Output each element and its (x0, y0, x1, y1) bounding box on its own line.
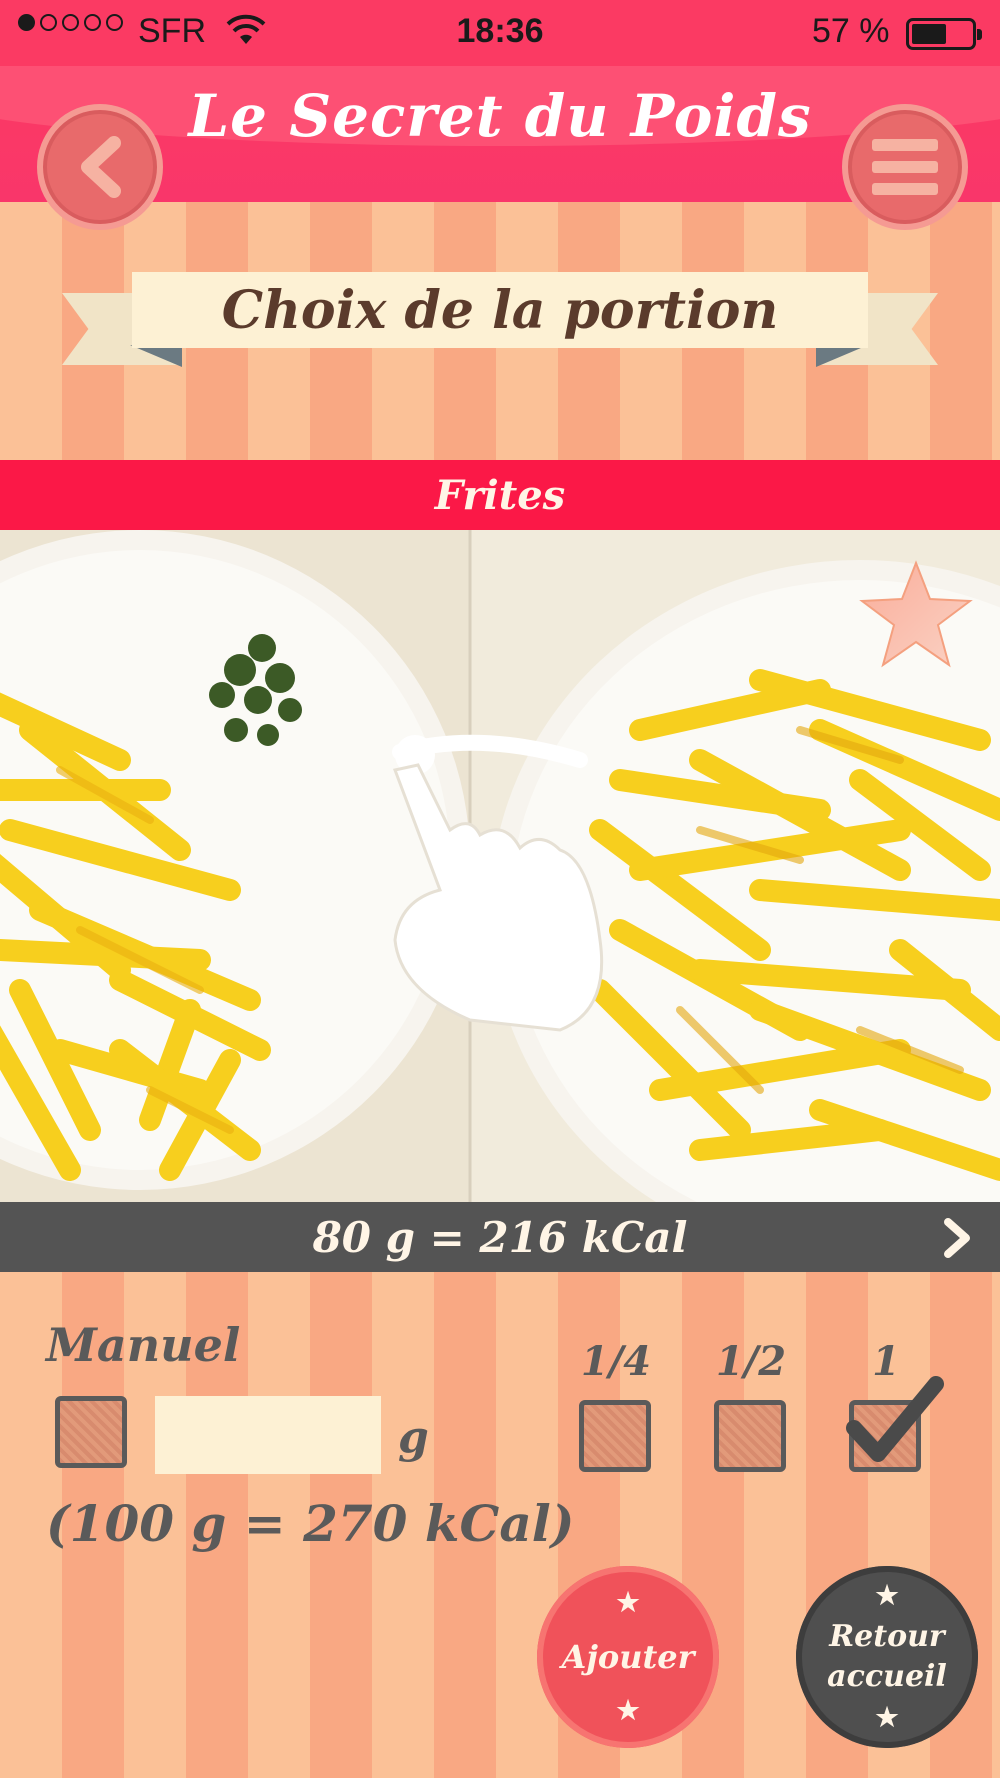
battery-icon (906, 18, 982, 50)
home-button[interactable]: ★ Retour accueil ★ (796, 1566, 978, 1748)
add-button-label: Ajouter (561, 1638, 695, 1676)
home-button-label-line1: Retour (829, 1619, 945, 1654)
add-button[interactable]: ★ Ajouter ★ (537, 1566, 719, 1748)
manual-checkbox[interactable] (55, 1396, 127, 1468)
star-icon: ★ (875, 1581, 899, 1611)
chevron-right-icon[interactable] (936, 1218, 976, 1258)
favorite-star-icon[interactable] (856, 557, 976, 673)
star-icon: ★ (616, 1696, 640, 1726)
portion-kcal-bar: 80 g = 216 kCal (0, 1202, 1000, 1272)
star-icon: ★ (875, 1703, 899, 1733)
chevron-left-icon (81, 136, 121, 198)
portion-quarter-label: 1/4 (580, 1338, 652, 1385)
page-title: Choix de la portion (132, 272, 868, 348)
checkmark-icon (846, 1376, 944, 1462)
portion-quarter-checkbox[interactable] (579, 1400, 651, 1472)
grams-unit-label: g (398, 1412, 429, 1463)
manual-label: Manuel (46, 1318, 241, 1372)
food-name-bar: Frites (0, 460, 1000, 530)
back-button[interactable] (37, 104, 163, 230)
battery-percentage: 57 % (812, 12, 890, 50)
home-button-label-line2: accueil (827, 1659, 947, 1694)
status-bar: SFR 18:36 57 % (0, 0, 1000, 66)
fries-photo (0, 530, 1000, 1202)
menu-button[interactable] (842, 104, 968, 230)
hamburger-menu-icon (872, 139, 938, 195)
grams-input[interactable] (155, 1396, 381, 1474)
reference-kcal-label: (100 g = 270 kCal) (46, 1494, 575, 1553)
portion-photo-carousel[interactable] (0, 530, 1000, 1202)
portion-half-label: 1/2 (715, 1338, 787, 1385)
star-icon: ★ (616, 1588, 640, 1618)
portion-half-checkbox[interactable] (714, 1400, 786, 1472)
